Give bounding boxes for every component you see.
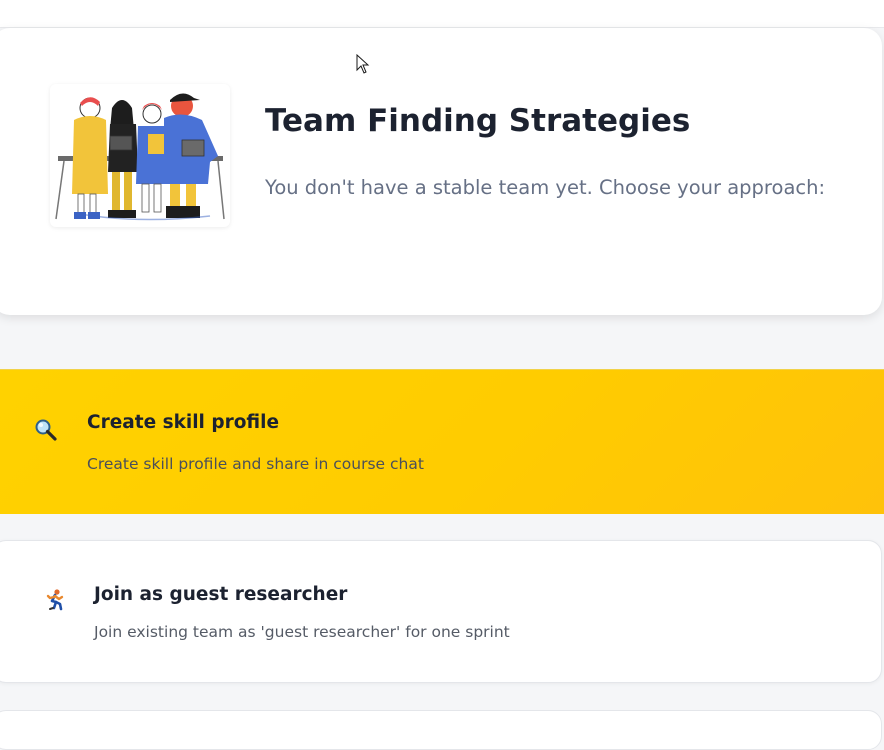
strategy-title: Join as guest researcher (94, 584, 348, 605)
page-subtitle: You don't have a stable team yet. Choose… (265, 176, 826, 199)
magnifying-glass-icon (34, 418, 58, 442)
mouse-cursor-icon (356, 53, 370, 74)
page-title: Team Finding Strategies (265, 103, 691, 139)
team-people-illustration (55, 93, 225, 221)
strategy-description: Join existing team as 'guest researcher'… (94, 623, 510, 641)
strategy-card-guest-researcher[interactable]: Join as guest researcher Join existing t… (0, 540, 882, 683)
strategy-title: Create skill profile (87, 412, 280, 433)
strategy-card-skill-profile[interactable]: Create skill profile Create skill profil… (0, 369, 884, 514)
team-illustration (50, 84, 230, 227)
strategy-card-next[interactable] (0, 710, 882, 750)
strategy-description: Create skill profile and share in course… (87, 455, 424, 473)
running-person-icon (43, 588, 67, 612)
top-bar (0, 0, 884, 28)
